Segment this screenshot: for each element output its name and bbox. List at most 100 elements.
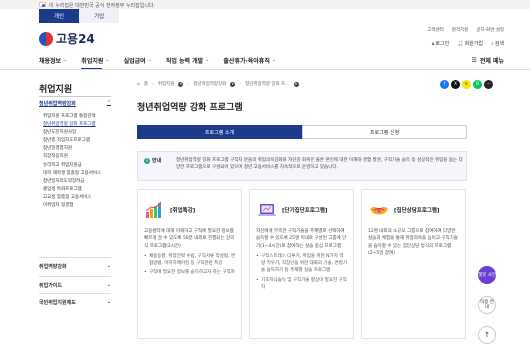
lnb-sub-item[interactable]: 취업지원 프로그램 통합검색	[43, 113, 111, 121]
search-label: 검색	[494, 41, 504, 47]
breadcrumb-current[interactable]: 청년취업역량 강화 프...	[245, 81, 289, 87]
breadcrumb-separator: ›	[152, 81, 154, 87]
global-nav: 채용정보 ⌄ 취업지원 ⌄ 실업급여 ⌄ 직업 능력 개발 ⌄ 출산휴가·육아휴직 ⌄ ☰…	[39, 53, 504, 69]
gov-banner-text: 이 누리집은 대한민국 공식 전자정부 누리집입니다.	[49, 2, 156, 9]
person-icon: 👤︎	[457, 41, 464, 47]
gnb-item-skills[interactable]: 직업 능력 개발 ⌄	[166, 53, 210, 67]
more-share-icon[interactable]: ⋯	[484, 80, 493, 89]
lnb-group-national[interactable]: 국민취업지원제도 ⌄	[39, 293, 111, 306]
chatbot-button[interactable]: 챗봇 사전	[478, 266, 496, 284]
breadcrumb-home[interactable]: 홈	[144, 81, 148, 87]
home-icon[interactable]: ⌂	[137, 82, 140, 87]
gnb-label: 직업 능력 개발	[165, 57, 204, 65]
signup-button[interactable]: 👤︎회원가입	[457, 40, 483, 47]
info-body: 청년취업역량 강화 프로그램 구직자 분들의 취업의욕강화와 자신감 회복은 물…	[176, 158, 463, 170]
util-link-customer-center[interactable]: 고객센터	[427, 27, 444, 33]
tab-program-apply[interactable]: 프로그램 신청	[302, 125, 467, 139]
blog-icon[interactable]: B	[473, 80, 482, 89]
util-link-remote-support[interactable]: 원격지원	[452, 27, 469, 33]
breadcrumb-dropdown-icon[interactable]: ▾	[178, 81, 184, 87]
tab-company[interactable]: 기업	[79, 9, 119, 23]
side-nav: 청년취업역량강화 ⌃ 취업지원 프로그램 통합검색 청년취업역량 강화 프로그램 …	[39, 100, 111, 210]
handshake-icon	[368, 200, 390, 220]
lnb-sub-item[interactable]: 청년일경험지원	[43, 145, 111, 153]
chevron-down-icon: ⌄	[147, 57, 152, 63]
card-list-item: 채용동향, 취업전략 수립, 구직서류 작성법, 면접방법, 이미지메이킹 등 …	[144, 253, 235, 267]
lnb-sub-item[interactable]: 미취업자 일경험	[43, 202, 111, 210]
lnb-head-youth[interactable]: 청년취업역량강화 ⌃	[39, 100, 111, 107]
x-twitter-icon[interactable]: X	[451, 80, 460, 89]
lnb-sub-item-current[interactable]: 청년취업역량 강화 프로그램	[43, 121, 111, 129]
facebook-icon[interactable]: f	[440, 80, 449, 89]
lnb-group-label: 국민취업지원제도	[39, 300, 76, 306]
login-button[interactable]: 🔒︎로그인	[432, 40, 449, 47]
lnb-sub-item[interactable]: 청년도전지원사업	[43, 129, 111, 137]
hamburger-icon: ☰	[471, 56, 477, 64]
search-button[interactable]: ⌕검색	[491, 40, 504, 47]
tab-individual[interactable]: 개인	[39, 9, 79, 23]
gnb-label: 실업급여	[123, 57, 146, 65]
tab-program-intro[interactable]: 프로그램 소개	[137, 125, 302, 139]
info-badge-label: 안내	[152, 158, 162, 164]
chevron-down-icon: ⌄	[106, 299, 111, 305]
lnb-sub-item[interactable]: 청년층 직업지도프로그램	[43, 137, 111, 145]
scroll-top-button[interactable]: ↑	[478, 326, 496, 344]
gnb-item-jobs[interactable]: 채용정보 ⌄	[39, 53, 67, 67]
site-logo[interactable]: 고용24	[39, 30, 95, 47]
card-title: [단기집단프로그램]	[282, 208, 328, 214]
lock-icon: 🔒︎	[431, 41, 435, 47]
lnb-group-label: 취업역량강화	[39, 264, 67, 270]
lnb-sub-item[interactable]: 직장적응지원	[43, 153, 111, 161]
chevron-down-icon: ⌄	[271, 57, 277, 63]
all-menu-label: 전체 메뉴	[479, 57, 504, 65]
breadcrumb-item[interactable]: 취업지원	[158, 81, 175, 87]
chevron-down-icon: ⌄	[106, 282, 111, 288]
chart-icon	[144, 200, 166, 220]
card-description: 12명 내외의 소규모 그룹으로 참여하여 다양한 실습과 체험을 통해 취업의…	[368, 229, 458, 256]
lnb-title: 취업지원	[39, 85, 73, 95]
kakao-icon[interactable]: k	[462, 80, 471, 89]
card-list: 채용동향, 취업전략 수립, 구직서류 작성법, 면접방법, 이미지메이킹 등 …	[144, 253, 235, 277]
lnb-sub-item[interactable]: 대학 재학생 맞춤형 고용서비스	[43, 170, 111, 178]
util-link-display-settings[interactable]: 글자·화면 설정	[476, 27, 504, 33]
lnb-sub-item[interactable]: 졸업생 특화프로그램	[43, 186, 111, 194]
header-actions: 🔒︎로그인 👤︎회원가입 ⌕검색	[432, 40, 504, 47]
card-title: [취업특강]	[170, 208, 196, 214]
breadcrumb-separator: ›	[187, 81, 190, 87]
lnb-group-label: 취업가이드	[39, 283, 63, 289]
usage-guide-button[interactable]: 이용 안내	[478, 296, 496, 314]
chevron-down-icon: ⌄	[63, 57, 68, 63]
all-menu-button[interactable]: ☰ 전체 메뉴	[471, 53, 504, 67]
signup-label: 회원가입	[464, 41, 483, 47]
card-title: [집단상담프로그램]	[394, 208, 440, 214]
breadcrumb-dropdown-icon[interactable]: ▾	[230, 81, 236, 87]
laptop-icon	[256, 200, 278, 220]
card-list-item: 구직스트레스 다루기, 취업을 위한 N가지 역량 키우기, 직장인을 위한 대…	[256, 253, 347, 275]
taegeuk-logo-icon	[39, 31, 53, 46]
gnb-item-employment-support[interactable]: 취업지원 ⌄	[81, 53, 110, 69]
info-box: i 안내 청년취업역량 강화 프로그램 구직자 분들의 취업의욕강화와 자신감 …	[137, 151, 467, 181]
breadcrumb-dropdown-icon[interactable]: ▾	[293, 81, 299, 87]
lnb-group-capacity[interactable]: 취업역량강화 ⌄	[39, 257, 111, 270]
gnb-item-leave[interactable]: 출산휴가·육아휴직 ⌄	[223, 53, 276, 67]
lnb-group-guide[interactable]: 취업가이드 ⌄	[39, 276, 111, 289]
breadcrumb-separator: ›	[239, 81, 242, 87]
card-description: 자신에게 부족한 구직기술을 주제별로 선택하여 습득할 수 있도록 25명 이…	[256, 229, 347, 249]
program-card: [집단상담프로그램] 12명 내외의 소규모 그룹으로 참여하여 다양한 실습과…	[361, 189, 466, 339]
flag-icon	[39, 2, 46, 7]
user-type-tabs: 개인 기업	[39, 9, 119, 23]
chevron-up-icon: ⌃	[106, 100, 111, 106]
lnb-head-label: 청년취업역량강화	[39, 101, 76, 107]
breadcrumb-item[interactable]: 청년취업역량강화	[193, 81, 226, 87]
lnb-sub-item[interactable]: 청년일자리도약장려금	[43, 178, 111, 186]
gnb-label: 취업지원	[81, 57, 104, 65]
gnb-item-unemployment-benefit[interactable]: 실업급여 ⌄	[124, 53, 152, 67]
logo-text: 고용24	[56, 32, 95, 46]
program-card: [단기집단프로그램] 자신에게 부족한 구직기술을 주제별로 선택하여 습득할 …	[249, 189, 354, 339]
lnb-sub-item[interactable]: 유리저고 취업지원금	[43, 162, 111, 170]
page-title: 청년취업역량 강화 프로그램	[137, 103, 243, 113]
info-badge: i 안내	[144, 157, 161, 164]
gnb-divider	[0, 69, 530, 70]
program-card: [취업특강] 고용센터에 대해 이해하고 구직에 필요한 정보를 빠르게 알 수…	[137, 189, 242, 339]
lnb-sub-item[interactable]: 고교생 맞춤형 고용서비스	[43, 194, 111, 202]
